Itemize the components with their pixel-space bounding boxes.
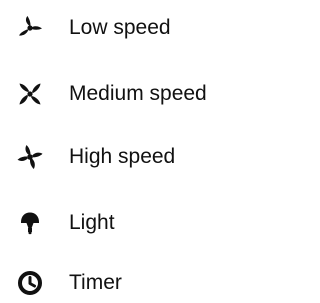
clock-icon	[15, 268, 45, 298]
legend-label: Timer	[69, 271, 122, 294]
legend-item-timer: Timer	[0, 263, 242, 303]
legend-label: Low speed	[69, 16, 171, 39]
icon-legend: Low speed Medium speed High speed Light …	[0, 0, 242, 302]
fan-medium-icon	[15, 79, 45, 109]
legend-item-high-speed: High speed	[0, 137, 242, 177]
legend-item-medium-speed: Medium speed	[0, 74, 242, 114]
legend-label: Medium speed	[69, 82, 207, 105]
fan-low-icon	[15, 13, 45, 43]
legend-label: High speed	[69, 145, 176, 168]
legend-item-light: Light	[0, 203, 242, 243]
legend-label: Light	[69, 211, 115, 234]
fan-high-icon	[15, 142, 45, 172]
light-bulb-icon	[15, 208, 45, 238]
legend-item-low-speed: Low speed	[0, 8, 242, 48]
